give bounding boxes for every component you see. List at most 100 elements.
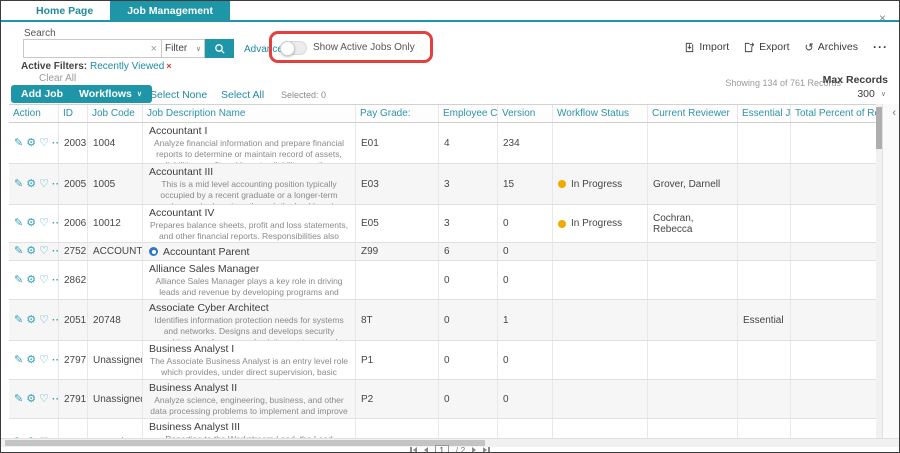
gear-icon[interactable]: ⚙	[26, 275, 36, 286]
filter-dropdown-label: Filter	[165, 43, 187, 54]
show-active-jobs-toggle[interactable]	[280, 41, 307, 55]
column-header-id[interactable]: ID	[59, 105, 88, 122]
filter-chip-recently-viewed[interactable]: Recently Viewed×	[90, 61, 172, 72]
close-icon[interactable]: ×	[879, 12, 886, 24]
clear-search-icon[interactable]: ×	[147, 43, 161, 55]
status-text: In Progress	[571, 179, 622, 190]
table-row[interactable]: ✎⚙♡···20031004Accountant IAnalyze financ…	[9, 123, 878, 164]
tab-job-management[interactable]: Job Management	[110, 1, 230, 20]
heart-icon[interactable]: ♡	[39, 218, 49, 229]
column-header-version[interactable]: Version	[498, 105, 553, 122]
edit-icon[interactable]: ✎	[14, 246, 23, 257]
row-menu-icon[interactable]: ···	[52, 138, 59, 149]
pager-prev-icon[interactable]	[424, 447, 428, 453]
chip-remove-icon[interactable]: ×	[166, 61, 171, 71]
gear-icon[interactable]: ⚙	[26, 179, 36, 190]
search-button[interactable]	[205, 39, 234, 58]
edit-icon[interactable]: ✎	[14, 355, 23, 366]
table-row[interactable]: ✎⚙♡···2797UnassignedBusiness Analyst ITh…	[9, 341, 878, 380]
job-title: Business Analyst I	[149, 343, 349, 355]
column-header-total-percent-of-remote[interactable]: Total Percent of Remote	[791, 105, 878, 122]
add-job-button[interactable]: Add Job	[11, 85, 73, 103]
row-menu-icon[interactable]: ···	[52, 355, 59, 366]
pay-grade-cell: 8T	[356, 300, 439, 340]
edit-icon[interactable]: ✎	[14, 275, 23, 286]
workflow-status-cell	[553, 300, 648, 340]
gear-icon[interactable]: ⚙	[26, 218, 36, 229]
row-menu-icon[interactable]: ···	[52, 246, 59, 257]
more-options-icon[interactable]: ···	[873, 40, 888, 54]
version-cell: 234	[498, 123, 553, 163]
search-input[interactable]	[24, 43, 147, 54]
table-row[interactable]: ✎⚙♡···2752ACCOUNTANTAccountant ParentZ99…	[9, 243, 878, 261]
tab-home-page[interactable]: Home Page	[19, 1, 110, 20]
column-header-pay-grade[interactable]: Pay Grade:	[356, 105, 439, 122]
archives-icon: ↺	[805, 41, 814, 54]
select-all-link[interactable]: Select All	[221, 89, 264, 101]
workflows-button[interactable]: Workflows ∨	[69, 85, 152, 103]
job-description: This is a mid level accounting position …	[149, 179, 349, 204]
collapse-panel-icon[interactable]: ‹	[892, 107, 896, 119]
row-menu-icon[interactable]: ···	[52, 275, 59, 286]
heart-icon[interactable]: ♡	[39, 355, 49, 366]
select-none-link[interactable]: Select None	[150, 89, 207, 101]
column-header-job-description-name[interactable]: Job Description Name	[143, 105, 356, 122]
column-header-job-code[interactable]: Job Code	[88, 105, 143, 122]
edit-icon[interactable]: ✎	[14, 394, 23, 405]
heart-icon[interactable]: ♡	[39, 138, 49, 149]
job-title: Associate Cyber Architect	[149, 302, 349, 314]
job-title: Business Analyst III	[149, 421, 349, 433]
edit-icon[interactable]: ✎	[14, 315, 23, 326]
table-row[interactable]: ✎⚙♡···2798UnassignedBusiness Analyst III…	[9, 419, 878, 438]
job-description-cell: Business Analyst IIAnalyze science, engi…	[143, 380, 356, 418]
import-button[interactable]: Import	[684, 41, 729, 53]
heart-icon[interactable]: ♡	[39, 394, 49, 405]
column-header-action[interactable]: Action	[9, 105, 59, 122]
table-row[interactable]: ✎⚙♡···2862Alliance Sales ManagerAlliance…	[9, 261, 878, 300]
heart-icon[interactable]: ♡	[39, 246, 49, 257]
gear-icon[interactable]: ⚙	[26, 315, 36, 326]
row-menu-icon[interactable]: ···	[52, 315, 59, 326]
table-row[interactable]: ✎⚙♡···200610012Accountant IVPrepares bal…	[9, 205, 878, 243]
row-menu-icon[interactable]: ···	[52, 218, 59, 229]
column-header-essential-job[interactable]: Essential Job	[738, 105, 791, 122]
pager-next-icon[interactable]	[472, 447, 476, 453]
current-reviewer-cell: Grover, Darnell	[648, 164, 738, 204]
workflow-status-cell: In Progress	[553, 205, 648, 242]
total-percent-cell	[791, 419, 878, 438]
row-menu-icon[interactable]: ···	[52, 179, 59, 190]
gear-icon[interactable]: ⚙	[26, 138, 36, 149]
export-button[interactable]: Export	[744, 41, 789, 53]
version-cell: 0	[498, 419, 553, 438]
filter-dropdown[interactable]: Filter ∨	[162, 39, 205, 58]
job-description-cell: Business Analyst IIIReporting to the Wor…	[143, 419, 356, 438]
total-percent-cell	[791, 243, 878, 260]
gear-icon[interactable]: ⚙	[26, 246, 36, 257]
table-row[interactable]: ✎⚙♡···20051005Accountant IIIThis is a mi…	[9, 164, 878, 205]
table-row[interactable]: ✎⚙♡···205120748Associate Cyber Architect…	[9, 300, 878, 341]
gear-icon[interactable]: ⚙	[26, 394, 36, 405]
max-records-select[interactable]: 300 ∨	[857, 88, 886, 100]
pager-current-page[interactable]: 1	[435, 445, 449, 453]
pager-first-icon[interactable]	[410, 447, 417, 453]
column-header-workflow-status[interactable]: Workflow Status	[553, 105, 648, 122]
pager-last-icon[interactable]	[483, 447, 490, 453]
gear-icon[interactable]: ⚙	[26, 355, 36, 366]
archives-button[interactable]: ↺ Archives	[805, 41, 858, 54]
total-percent-cell	[791, 341, 878, 379]
employee-count-cell: 4	[439, 123, 498, 163]
table-row[interactable]: ✎⚙♡···2791UnassignedBusiness Analyst IIA…	[9, 380, 878, 419]
version-cell: 1	[498, 300, 553, 340]
edit-icon[interactable]: ✎	[14, 218, 23, 229]
edit-icon[interactable]: ✎	[14, 138, 23, 149]
heart-icon[interactable]: ♡	[39, 315, 49, 326]
edit-icon[interactable]: ✎	[14, 179, 23, 190]
row-menu-icon[interactable]: ···	[52, 394, 59, 405]
pay-grade-cell	[356, 261, 439, 299]
column-header-current-reviewer[interactable]: Current Reviewer	[648, 105, 738, 122]
heart-icon[interactable]: ♡	[39, 275, 49, 286]
clear-all-link[interactable]: Clear All	[39, 73, 76, 84]
workflow-status-cell	[553, 261, 648, 299]
heart-icon[interactable]: ♡	[39, 179, 49, 190]
column-header-employee-count[interactable]: Employee Count	[439, 105, 498, 122]
